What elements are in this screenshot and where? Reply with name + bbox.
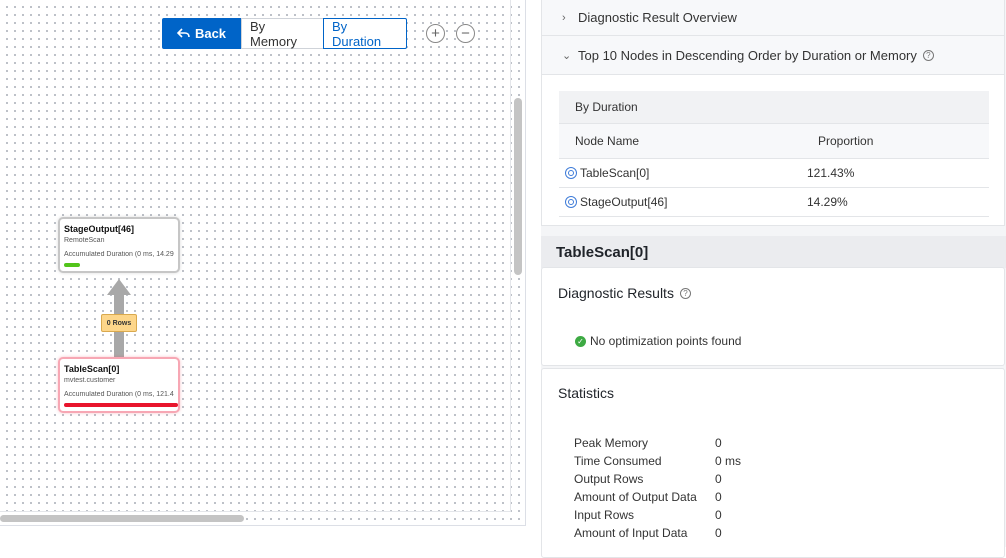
accordion-overview-label: Diagnostic Result Overview [578, 10, 737, 25]
table-column-headers: Node Name Proportion [559, 124, 989, 159]
stat-row: Peak Memory 0 [574, 434, 741, 452]
column-node-name: Node Name [575, 134, 640, 148]
selected-node-title: TableScan[0] [541, 236, 1006, 268]
statistics-card: Statistics Peak Memory 0 Time Consumed 0 m… [541, 368, 1005, 558]
stat-row: Amount of Input Data 0 [574, 524, 741, 542]
stat-row: Time Consumed 0 ms [574, 452, 741, 470]
row-proportion: 121.43% [807, 166, 855, 180]
stat-key: Amount of Output Data [574, 490, 697, 504]
plan-canvas[interactable]: Back By Memory By Duration + − StageOutp… [0, 0, 526, 526]
node-target-icon [565, 196, 577, 208]
stat-key: Input Rows [574, 508, 635, 522]
chevron-down-icon: ⌄ [562, 49, 572, 62]
horizontal-scrollbar[interactable] [0, 515, 244, 522]
view-toolbar: Back By Memory By Duration [162, 18, 407, 49]
check-circle-icon: ✓ [575, 335, 586, 347]
table-row[interactable]: StageOutput[46] 14.29% [559, 188, 989, 217]
stat-row: Output Rows 0 [574, 470, 741, 488]
stat-row: Amount of Output Data 0 [574, 488, 741, 506]
zoom-out-icon[interactable]: − [456, 24, 475, 43]
accordion-top10-label: Top 10 Nodes in Descending Order by Dura… [578, 47, 917, 63]
vertical-scrollbar[interactable] [514, 98, 522, 275]
column-proportion: Proportion [818, 134, 874, 148]
node-title: TableScan[0] [64, 364, 120, 374]
node-duration-bar [64, 263, 80, 267]
stat-value: 0 [715, 508, 722, 522]
table-row[interactable]: TableScan[0] 121.43% [559, 159, 989, 188]
stat-key: Time Consumed [574, 454, 662, 468]
stat-value: 0 [715, 490, 722, 504]
row-node-name[interactable]: TableScan[0] [580, 166, 649, 180]
statistics-list: Peak Memory 0 Time Consumed 0 ms Output Ro… [574, 434, 741, 542]
back-button[interactable]: Back [162, 18, 241, 49]
diagnostic-results-title: Diagnostic Results [558, 285, 674, 301]
diagnostic-panel: › Diagnostic Result Overview ⌄ Top 10 No… [541, 0, 1006, 558]
back-button-label: Back [194, 26, 227, 41]
plan-node-stageoutput[interactable]: StageOutput[46] RemoteScan Accumulated D… [58, 217, 180, 273]
stat-value: 0 [715, 526, 722, 540]
stat-value: 0 ms [715, 454, 742, 468]
zoom-in-icon[interactable]: + [426, 24, 445, 43]
accordion-top10[interactable]: ⌄ Top 10 Nodes in Descending Order by Du… [542, 36, 1004, 75]
node-title: StageOutput[46] [64, 224, 135, 234]
diagnostic-status: ✓ No optimization points found [575, 334, 741, 348]
node-subtitle: mvtest.customer [64, 377, 116, 384]
by-memory-button[interactable]: By Memory [241, 18, 323, 49]
node-accumulated-duration: Accumulated Duration (0 ms, 121.43%) [64, 391, 174, 398]
by-duration-button[interactable]: By Duration [323, 18, 407, 49]
node-target-icon [565, 167, 577, 179]
statistics-title: Statistics [558, 385, 615, 401]
top-nodes-table: By Duration Node Name Proportion TableSc… [559, 91, 989, 217]
stat-row: Input Rows 0 [574, 506, 741, 524]
back-arrow-icon [176, 26, 190, 41]
help-icon[interactable]: ? [679, 287, 691, 299]
node-accumulated-duration: Accumulated Duration (0 ms, 14.29%) [64, 251, 174, 258]
chevron-right-icon: › [562, 11, 566, 24]
accordion-overview[interactable]: › Diagnostic Result Overview [542, 0, 1004, 36]
stat-key: Amount of Input Data [574, 526, 688, 540]
help-icon[interactable]: ? [922, 49, 934, 61]
edge-arrow-head [107, 279, 131, 295]
stat-value: 0 [715, 436, 722, 450]
row-proportion: 14.29% [807, 195, 848, 209]
stat-key: Peak Memory [574, 436, 649, 450]
stat-key: Output Rows [574, 472, 644, 486]
table-group-header: By Duration [559, 91, 989, 124]
plan-node-tablescan[interactable]: TableScan[0] mvtest.customer Accumulated… [58, 357, 180, 413]
edge-row-count-badge: 0 Rows [101, 314, 137, 332]
diagnostic-results-card: Diagnostic Results ? ✓ No optimization p… [541, 267, 1005, 366]
row-node-name[interactable]: StageOutput[46] [580, 195, 667, 209]
overview-card: › Diagnostic Result Overview ⌄ Top 10 No… [541, 0, 1005, 226]
stat-value: 0 [715, 472, 722, 486]
node-subtitle: RemoteScan [64, 237, 105, 244]
node-duration-bar [64, 403, 178, 407]
diagnostic-message: No optimization points found [590, 334, 742, 348]
